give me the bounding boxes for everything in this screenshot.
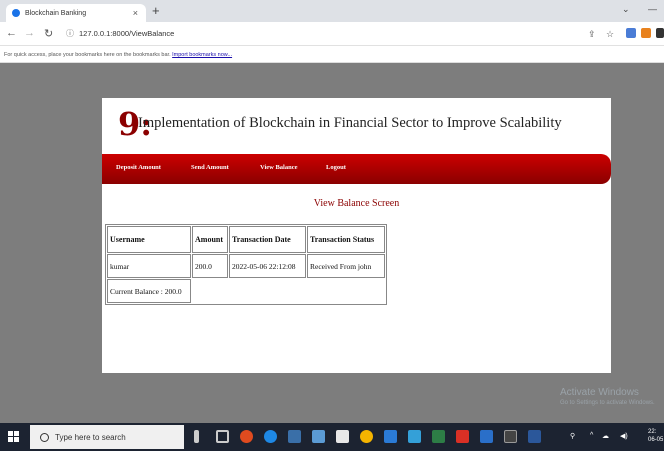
new-tab-button[interactable]: +	[152, 3, 160, 18]
windows-start-icon[interactable]	[8, 431, 19, 442]
metamask-fox-icon[interactable]	[641, 28, 651, 38]
url-text: 127.0.0.1:8000/ViewBalance	[79, 29, 175, 38]
share-icon[interactable]: ⇪	[588, 29, 596, 40]
cell-amount: 200.0	[192, 254, 228, 278]
nav-menu: Deposit Amount Send Amount View Balance …	[102, 154, 611, 184]
menu-deposit-amount[interactable]: Deposit Amount	[116, 164, 161, 171]
table-row: kumar 200.0 2022-05-06 22:12:08 Received…	[107, 254, 385, 278]
menu-view-balance[interactable]: View Balance	[260, 164, 298, 171]
browser-tab[interactable]: Blockchain Banking ×	[6, 4, 146, 22]
back-icon[interactable]: ←	[6, 27, 17, 39]
app-navy-icon[interactable]	[480, 430, 493, 443]
people-icon[interactable]: ⚲	[570, 432, 575, 440]
cell-transaction-status: Received From john	[307, 254, 385, 278]
tab-title: Blockchain Banking	[25, 9, 87, 17]
tray-chevron-icon[interactable]: ^	[590, 432, 593, 439]
edge-icon[interactable]	[264, 430, 277, 443]
tab-close-icon[interactable]: ×	[133, 8, 138, 18]
clock-date: 06-05	[648, 437, 664, 443]
page-title: Implementation of Blockchain in Financia…	[138, 115, 562, 131]
app-cyan-icon[interactable]	[408, 430, 421, 443]
terminal-icon[interactable]	[504, 430, 517, 443]
empty-cell	[192, 279, 385, 303]
minimize-icon[interactable]: —	[648, 4, 657, 14]
chevron-down-icon[interactable]: ⌄	[622, 4, 630, 15]
address-bar-row: ← → ↻ ⓘ 127.0.0.1:8000/ViewBalance ⇪ ☆	[0, 22, 664, 46]
clock[interactable]: 22: 06-05	[648, 428, 663, 444]
import-bookmarks-link[interactable]: Import bookmarks now...	[172, 52, 232, 58]
chrome-icon[interactable]	[360, 430, 373, 443]
header-transaction-date: Transaction Date	[229, 226, 306, 253]
app-boat-icon[interactable]	[288, 430, 301, 443]
header-username: Username	[107, 226, 191, 253]
chrome-favicon-icon	[12, 9, 20, 17]
app-blue-icon[interactable]	[384, 430, 397, 443]
balance-table: Username Amount Transaction Date Transac…	[105, 224, 387, 305]
windows-taskbar: Type here to search ⚲ ^ ☁ ◀) 22: 06-05	[0, 423, 664, 451]
bookmarks-hint: For quick access, place your bookmarks h…	[4, 52, 171, 58]
pdf-icon[interactable]	[456, 430, 469, 443]
watermark-subtitle: Go to Settings to activate Windows.	[560, 400, 655, 406]
cell-transaction-date: 2022-05-06 22:12:08	[229, 254, 306, 278]
app-green-icon[interactable]	[432, 430, 445, 443]
url-field[interactable]: ⓘ 127.0.0.1:8000/ViewBalance	[66, 28, 174, 39]
store-icon[interactable]	[336, 430, 349, 443]
menu-logout[interactable]: Logout	[326, 164, 346, 171]
volume-icon[interactable]: ◀)	[620, 432, 628, 440]
task-view-icon[interactable]	[216, 430, 229, 443]
screen-title: View Balance Screen	[313, 198, 400, 209]
cell-username: kumar	[107, 254, 191, 278]
info-icon: ⓘ	[66, 29, 74, 38]
page-background: 9: Implementation of Blockchain in Finan…	[0, 63, 664, 423]
search-placeholder: Type here to search	[55, 432, 126, 442]
network-icon[interactable]: ☁	[602, 432, 609, 440]
watermark-title: Activate Windows	[560, 387, 639, 398]
clock-time: 22:	[648, 429, 657, 435]
activate-windows-watermark: Activate Windows Go to Settings to activ…	[560, 387, 655, 406]
bookmark-star-icon[interactable]: ☆	[606, 29, 614, 40]
menu-send-amount[interactable]: Send Amount	[191, 164, 229, 171]
app-red-icon[interactable]	[240, 430, 253, 443]
main-card: 9: Implementation of Blockchain in Finan…	[102, 98, 611, 373]
app-pen-icon[interactable]	[312, 430, 325, 443]
reload-icon[interactable]: ↻	[44, 27, 53, 40]
header-transaction-status: Transaction Status	[307, 226, 385, 253]
microphone-icon[interactable]	[194, 430, 199, 443]
balance-row: Current Balance : 200.0	[107, 279, 385, 303]
current-balance: Current Balance : 200.0	[107, 279, 191, 303]
extension-shield-icon[interactable]	[626, 28, 636, 38]
extensions-puzzle-icon[interactable]	[656, 28, 664, 38]
table-header-row: Username Amount Transaction Date Transac…	[107, 226, 385, 253]
forward-icon[interactable]: →	[24, 27, 35, 39]
search-icon	[40, 432, 49, 442]
bookmarks-bar: For quick access, place your bookmarks h…	[0, 46, 664, 63]
word-icon[interactable]	[528, 430, 541, 443]
browser-tab-bar: Blockchain Banking × + ⌄ —	[0, 0, 664, 22]
header-amount: Amount	[192, 226, 228, 253]
taskbar-search-box[interactable]: Type here to search	[30, 425, 184, 449]
